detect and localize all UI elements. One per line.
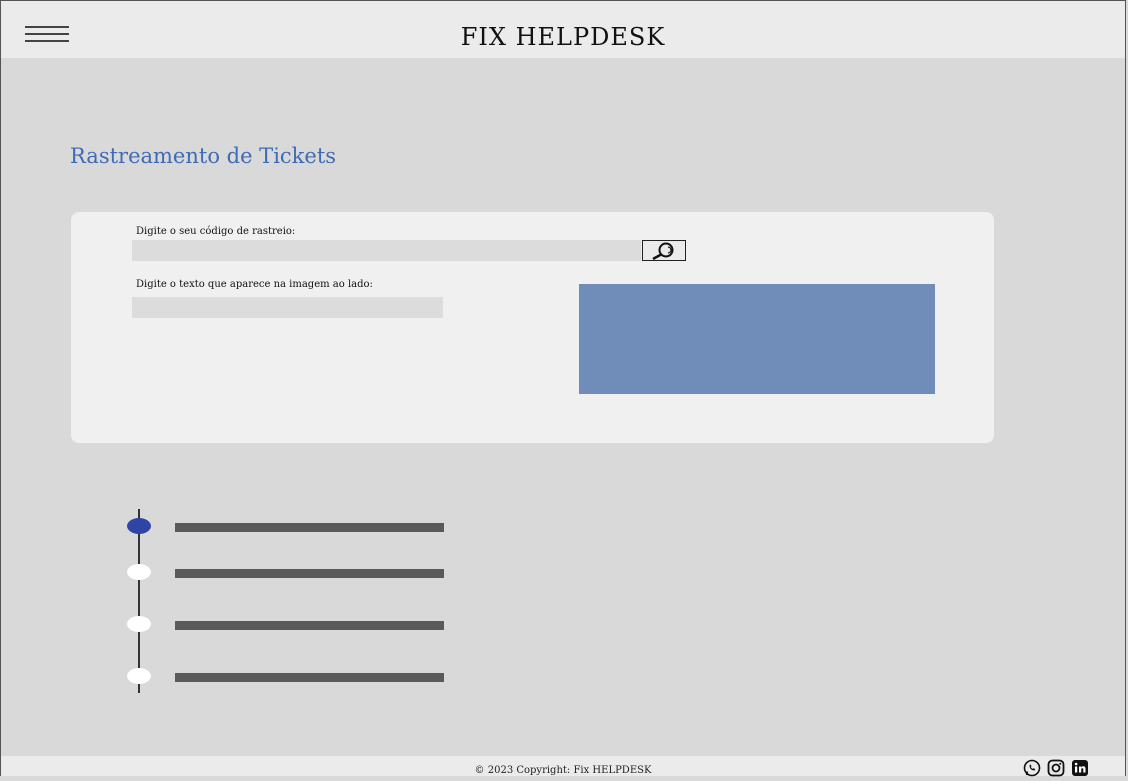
search-button[interactable] (642, 240, 686, 261)
captcha-label: Digite o texto que aparece na imagem ao … (136, 279, 373, 290)
timeline-step-3-bar (175, 621, 444, 630)
timeline-step-4-dot (127, 668, 151, 684)
tracking-code-label: Digite o seu código de rastreio: (136, 226, 296, 237)
timeline-track (138, 509, 140, 693)
whatsapp-icon[interactable] (1023, 759, 1041, 777)
timeline-step-2-dot (127, 564, 151, 580)
magnifier-icon (652, 242, 674, 260)
captcha-image (579, 284, 935, 394)
timeline-step-4-bar (175, 673, 444, 682)
timeline-step-2-bar (175, 569, 444, 578)
timeline-step-1-dot (127, 518, 151, 534)
top-bar: FIX HELPDESK (1, 1, 1125, 58)
instagram-icon[interactable] (1047, 759, 1065, 777)
page-title: Rastreamento de Tickets (70, 144, 337, 168)
tracking-code-input[interactable] (132, 240, 641, 261)
linkedin-icon[interactable] (1071, 759, 1089, 777)
captcha-input[interactable] (132, 297, 443, 318)
app-title: FIX HELPDESK (460, 23, 666, 51)
footer: © 2023 Copyright: Fix HELPDESK (1, 756, 1125, 777)
timeline-step-1-bar (175, 523, 444, 532)
timeline-step-3-dot (127, 616, 151, 632)
copyright-text: © 2023 Copyright: Fix HELPDESK (474, 765, 652, 776)
